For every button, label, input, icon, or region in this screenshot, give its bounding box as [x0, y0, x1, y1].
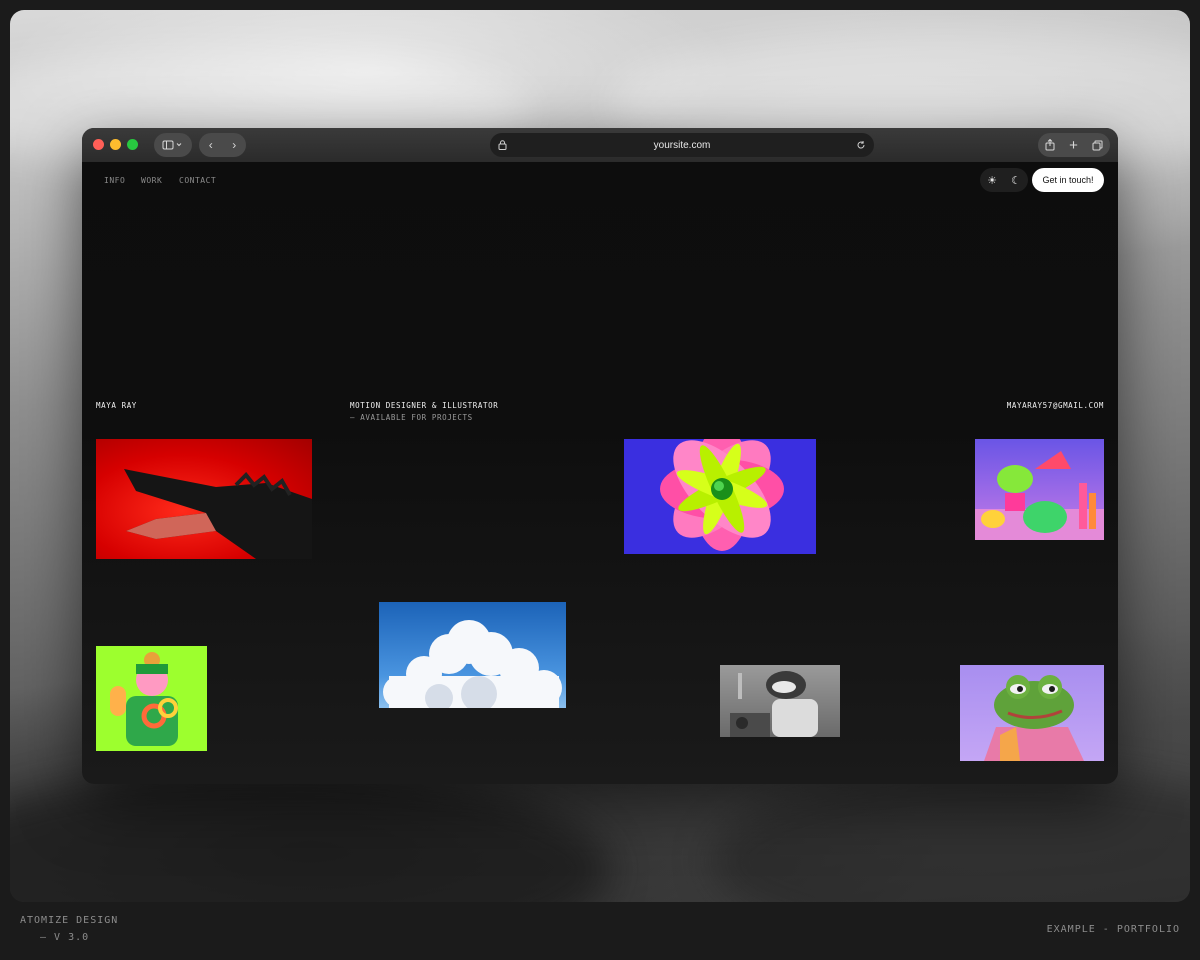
- portfolio-image-mouse-dj[interactable]: [720, 665, 840, 737]
- sun-icon[interactable]: ☀: [987, 174, 997, 187]
- forward-icon[interactable]: ›: [232, 138, 236, 152]
- portfolio-image-jelly-still-life[interactable]: [975, 439, 1104, 540]
- nav-info-link[interactable]: INFO: [104, 176, 125, 185]
- close-window-button[interactable]: [93, 139, 104, 150]
- portfolio-image-frog[interactable]: [960, 665, 1104, 761]
- portfolio-image-clouds[interactable]: [379, 602, 566, 708]
- designer-name: MAYA RAY: [96, 401, 137, 410]
- email-link[interactable]: MAYARAY57@GMAIL.COM: [1007, 401, 1104, 410]
- nav-contact-link[interactable]: CONTACT: [179, 176, 216, 185]
- sidebar-icon: [162, 140, 182, 150]
- get-in-touch-button[interactable]: Get in touch!: [1032, 168, 1104, 192]
- frog-illustration: [984, 675, 1084, 761]
- sidebar-toggle-button[interactable]: [154, 133, 192, 157]
- lock-icon: [498, 140, 507, 150]
- address-bar[interactable]: yoursite.com: [490, 133, 874, 157]
- reload-icon[interactable]: [856, 140, 866, 150]
- portfolio-image-flower[interactable]: [624, 439, 816, 554]
- availability-status: — AVAILABLE FOR PROJECTS: [350, 413, 473, 422]
- url-text: yoursite.com: [653, 139, 711, 151]
- jelly-illustration: [975, 451, 1104, 540]
- portfolio-image-crocodile[interactable]: [96, 439, 312, 559]
- back-icon[interactable]: ‹: [209, 138, 213, 152]
- maximize-window-button[interactable]: [127, 139, 138, 150]
- theme-toggle: ☀ ☾: [980, 168, 1028, 192]
- tab-overview-icon[interactable]: [1092, 140, 1103, 151]
- moon-icon[interactable]: ☾: [1011, 174, 1021, 187]
- share-icon[interactable]: [1045, 139, 1055, 151]
- new-tab-icon[interactable]: +: [1069, 137, 1078, 154]
- knit-character-illustration: [110, 652, 178, 746]
- footer-brand: ATOMIZE DESIGN: [20, 915, 119, 926]
- nav-work-link[interactable]: WORK: [141, 176, 162, 185]
- designer-role: MOTION DESIGNER & ILLUSTRATOR: [350, 401, 499, 410]
- footer-label: EXAMPLE - PORTFOLIO: [1046, 924, 1180, 935]
- mouse-dj-illustration: [730, 671, 818, 737]
- flower-illustration: [624, 439, 816, 554]
- portfolio-image-knit-character[interactable]: [96, 646, 207, 751]
- browser-toolbar: ‹ › yoursite.com +: [82, 128, 1118, 162]
- window-actions: +: [1038, 133, 1110, 157]
- crocodile-illustration: [124, 469, 312, 559]
- minimize-window-button[interactable]: [110, 139, 121, 150]
- cloud-illustration: [383, 620, 562, 708]
- history-nav: ‹ ›: [199, 133, 246, 157]
- footer-version: — V 3.0: [40, 932, 90, 943]
